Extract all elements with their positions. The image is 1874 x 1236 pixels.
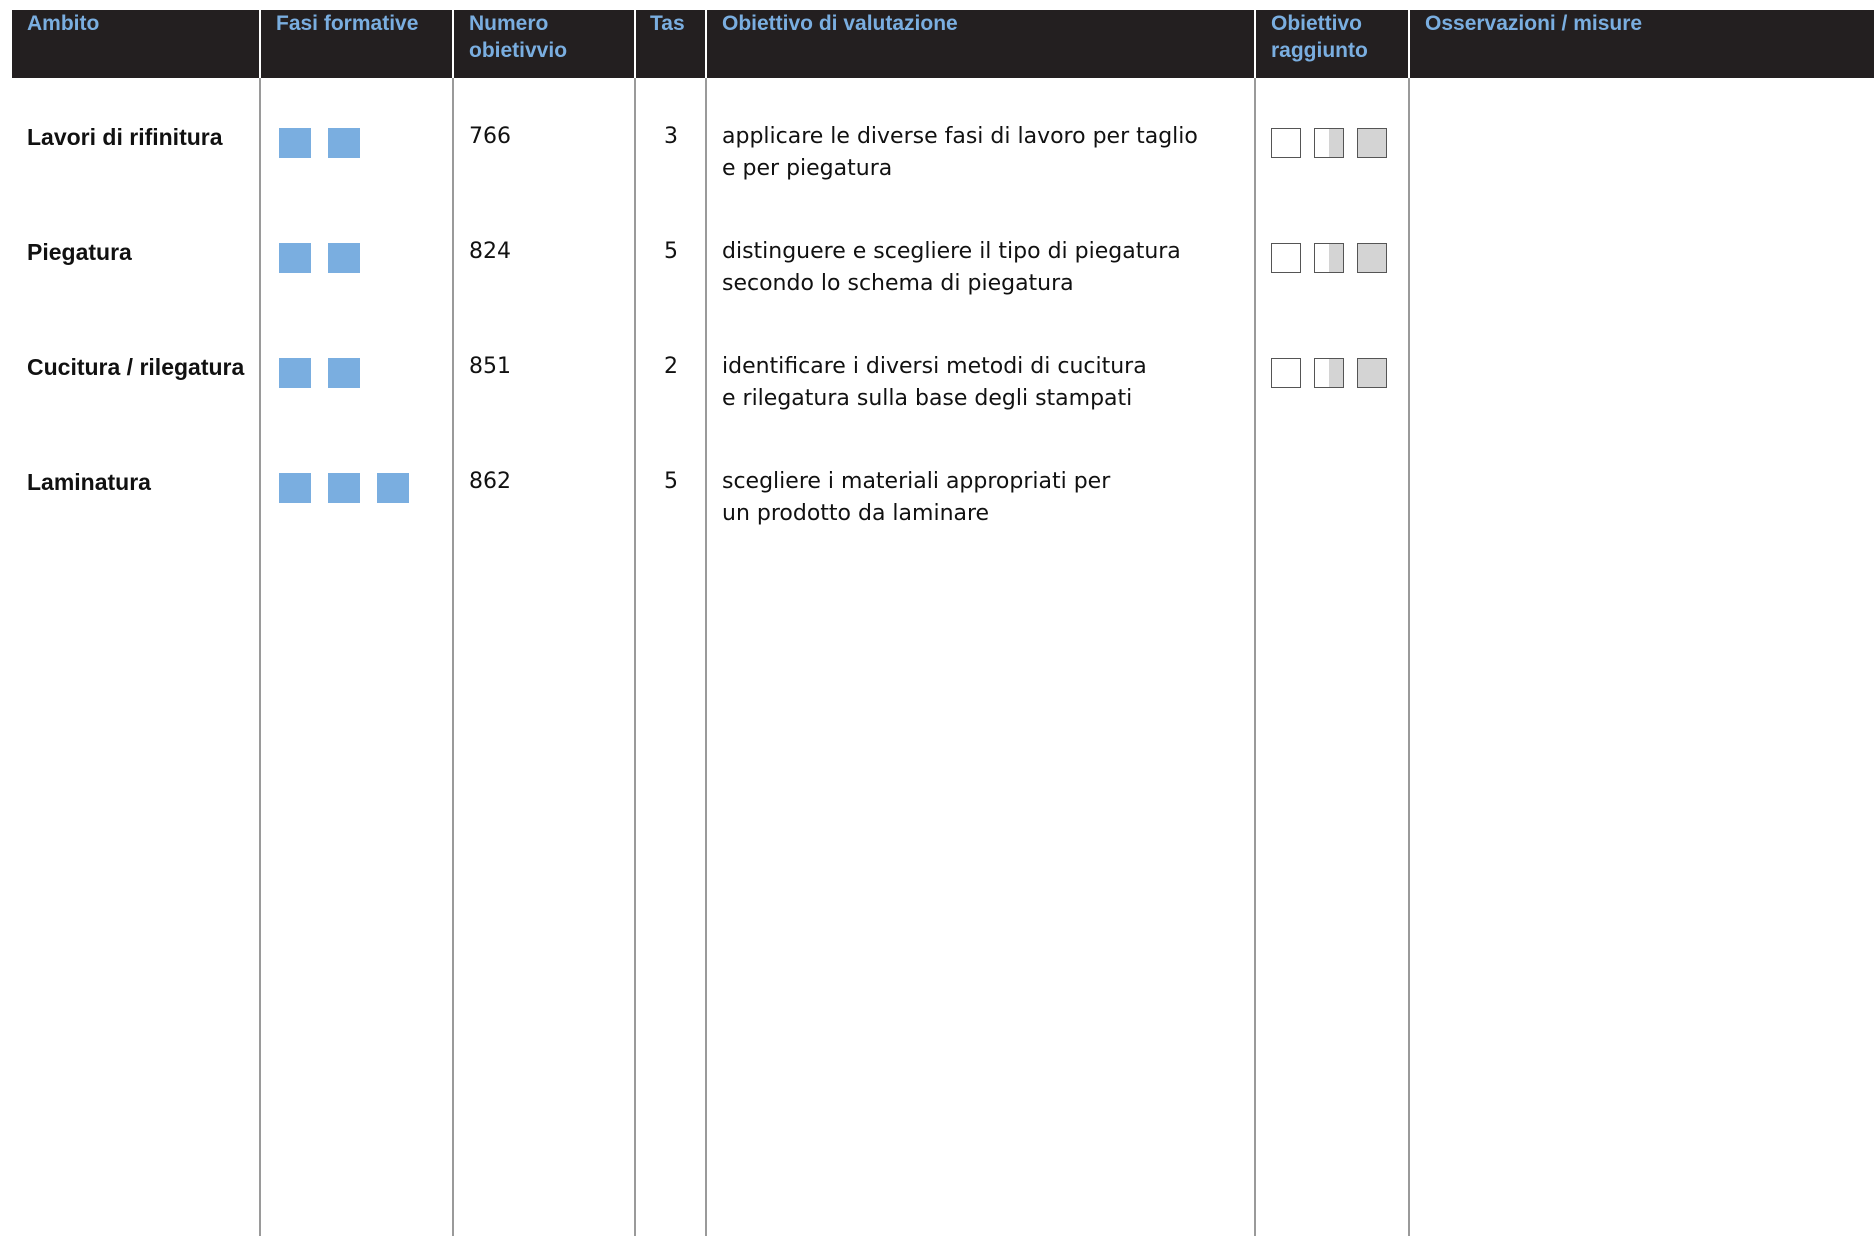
phase-square-icon xyxy=(279,128,311,158)
checkbox-achieved[interactable] xyxy=(1357,128,1387,158)
header-ambito: Ambito xyxy=(27,12,100,35)
header-obiettivo-raggiunto: Obiettivo raggiunto xyxy=(1271,10,1368,64)
cell-fasi-formative xyxy=(279,243,377,273)
cell-ambito: Cucitura / rilegatura xyxy=(27,354,245,380)
cell-fasi-formative xyxy=(279,473,426,503)
checkbox-partially-achieved[interactable] xyxy=(1314,128,1344,158)
header-raggiunto-line-1: Obiettivo xyxy=(1271,12,1363,35)
cell-ambito: Piegatura xyxy=(27,239,132,265)
obiettivo-line-1: identificare i diversi metodi di cucitur… xyxy=(722,354,1147,379)
cell-obiettivo: applicare le diverse fasi di lavoro per … xyxy=(722,121,1242,185)
phase-square-icon xyxy=(279,358,311,388)
cell-fasi-formative xyxy=(279,358,377,388)
cell-numero: 766 xyxy=(469,124,511,149)
table-row: Laminatura 862 5 scegliere i materiali appr… xyxy=(0,466,1874,576)
achievement-checkboxes xyxy=(1271,358,1400,388)
cell-obiettivo: scegliere i materiali appropriati per un … xyxy=(722,466,1242,530)
checkbox-not-achieved[interactable] xyxy=(1271,128,1301,158)
header-numero-line-2: obietivvio xyxy=(469,39,568,62)
table-row: Lavori di rifinitura 766 3 applicare le div… xyxy=(0,121,1874,231)
achievement-checkboxes xyxy=(1271,243,1400,273)
cell-tas: 2 xyxy=(664,354,678,379)
cell-tas: 3 xyxy=(664,124,678,149)
header-fasi-formative: Fasi formative xyxy=(276,12,419,35)
cell-fasi-formative xyxy=(279,128,377,158)
checkbox-partially-achieved[interactable] xyxy=(1314,243,1344,273)
cell-ambito: Lavori di rifinitura xyxy=(27,124,223,150)
header-numero-obiettivo: Numero obietivvio xyxy=(469,10,567,64)
obiettivo-line-1: scegliere i materiali appropriati per xyxy=(722,469,1111,494)
phase-square-icon xyxy=(279,473,311,503)
cell-obiettivo: identificare i diversi metodi di cucitur… xyxy=(722,351,1242,415)
achievement-checkboxes xyxy=(1271,128,1400,158)
cell-obiettivo: distinguere e scegliere il tipo di piega… xyxy=(722,236,1242,300)
table-row: Cucitura / rilegatura 851 2 identificare i … xyxy=(0,351,1874,461)
cell-ambito: Laminatura xyxy=(27,469,151,495)
obiettivo-line-2: e rilegatura sulla base degli stampati xyxy=(722,386,1133,411)
checkbox-not-achieved[interactable] xyxy=(1271,358,1301,388)
phase-square-icon xyxy=(328,473,360,503)
cell-tas: 5 xyxy=(664,239,678,264)
obiettivo-line-2: un prodotto da laminare xyxy=(722,501,990,526)
header-obiettivo-valutazione: Obiettivo di valutazione xyxy=(722,12,958,35)
cell-numero: 851 xyxy=(469,354,511,379)
cell-numero: 824 xyxy=(469,239,511,264)
header-osservazioni: Osservazioni / misure xyxy=(1425,12,1643,35)
obiettivo-line-2: secondo lo schema di piegatura xyxy=(722,271,1074,296)
cell-tas: 5 xyxy=(664,469,678,494)
obiettivo-line-1: applicare le diverse fasi di lavoro per … xyxy=(722,124,1198,149)
header-tas: Tas xyxy=(650,12,685,35)
table-row: Piegatura 824 5 distinguere e scegliere il … xyxy=(0,236,1874,346)
phase-square-icon xyxy=(328,358,360,388)
phase-square-icon xyxy=(377,473,409,503)
checkbox-not-achieved[interactable] xyxy=(1271,243,1301,273)
phase-square-icon xyxy=(279,243,311,273)
phase-square-icon xyxy=(328,128,360,158)
obiettivo-line-2: e per piegatura xyxy=(722,156,893,181)
checkbox-partially-achieved[interactable] xyxy=(1314,358,1344,388)
header-numero-line-1: Numero xyxy=(469,12,549,35)
phase-square-icon xyxy=(328,243,360,273)
obiettivo-line-1: distinguere e scegliere il tipo di piega… xyxy=(722,239,1181,264)
checkbox-achieved[interactable] xyxy=(1357,358,1387,388)
checkbox-achieved[interactable] xyxy=(1357,243,1387,273)
cell-numero: 862 xyxy=(469,469,511,494)
header-raggiunto-line-2: raggiunto xyxy=(1271,39,1368,62)
